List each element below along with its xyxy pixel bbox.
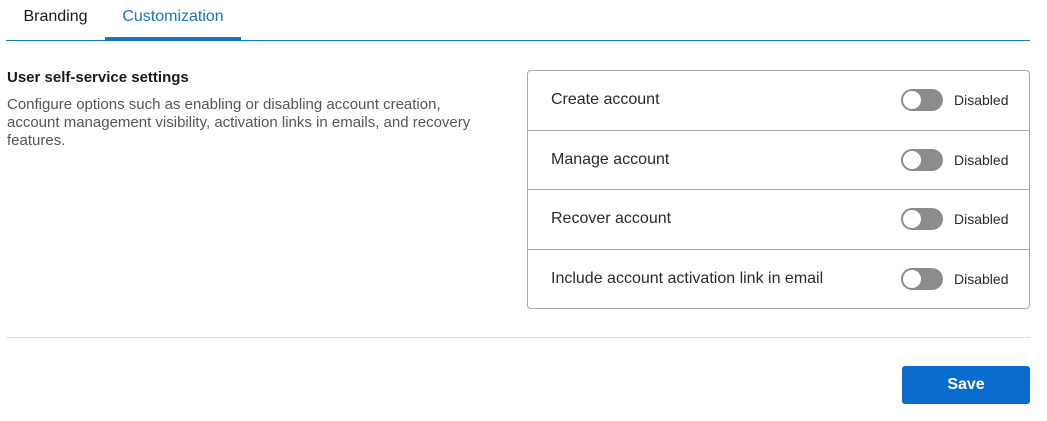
toggle-status: Disabled (954, 211, 1009, 228)
settings-page: Branding Customization User self-service… (0, 0, 1047, 421)
setting-row-activation-link: Include account activation link in email… (528, 250, 1029, 309)
toggle-knob (903, 150, 921, 169)
section-title: User self-service settings (7, 69, 189, 86)
setting-row-recover-account: Recover account Disabled (528, 190, 1029, 250)
setting-label: Include account activation link in email (551, 270, 824, 288)
toggle-knob (903, 210, 921, 229)
recover-account-toggle[interactable] (901, 208, 943, 231)
toggle-status: Disabled (954, 271, 1009, 288)
manage-account-toggle[interactable] (901, 148, 943, 171)
toggle-status: Disabled (954, 92, 1009, 109)
save-button[interactable]: Save (902, 366, 1030, 404)
toggle-knob (903, 270, 921, 289)
create-account-toggle[interactable] (901, 89, 943, 112)
setting-row-create-account: Create account Disabled (528, 71, 1029, 131)
setting-row-manage-account: Manage account Disabled (528, 131, 1029, 190)
activation-link-toggle[interactable] (901, 268, 943, 291)
tab-customization[interactable]: Customization (105, 0, 241, 41)
setting-label: Manage account (551, 150, 670, 168)
tab-bar: Branding Customization (6, 0, 1030, 41)
section-description: Configure options such as enabling or di… (7, 96, 471, 149)
divider (6, 337, 1030, 338)
setting-label: Create account (551, 91, 660, 109)
setting-label: Recover account (551, 210, 672, 228)
tab-branding[interactable]: Branding (6, 0, 105, 41)
toggle-knob (903, 91, 921, 110)
toggle-status: Disabled (954, 151, 1009, 168)
settings-card: Create account Disabled Manage account D… (527, 70, 1030, 309)
